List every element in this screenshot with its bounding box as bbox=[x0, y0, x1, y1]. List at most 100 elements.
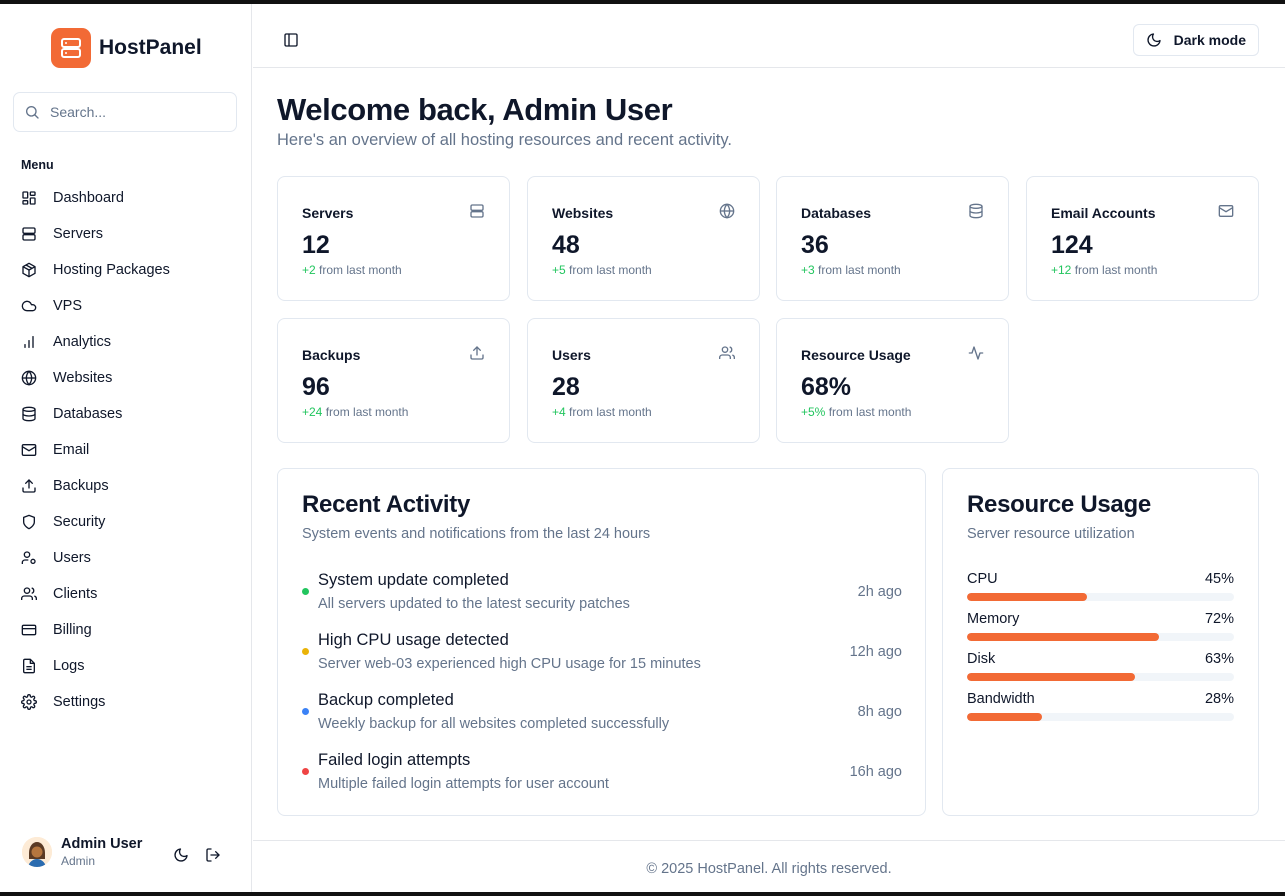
status-dot bbox=[302, 588, 309, 595]
progress-fill bbox=[967, 633, 1160, 641]
resource-label: Disk bbox=[967, 651, 996, 667]
resource-value: 28% bbox=[1204, 691, 1234, 707]
stat-change-suffix: from last month bbox=[1071, 263, 1158, 277]
search-input[interactable] bbox=[50, 104, 220, 120]
activity-item[interactable]: Backup completed Weekly backup for all w… bbox=[302, 691, 902, 737]
sidebar-item-users[interactable]: Users bbox=[13, 540, 239, 576]
users-icon bbox=[719, 345, 735, 361]
activity-item[interactable]: High CPU usage detected Server web-03 ex… bbox=[302, 631, 902, 677]
activity-title: System update completed bbox=[318, 571, 509, 589]
stat-card-websites[interactable]: Websites 48 +5 from last month bbox=[527, 176, 760, 301]
user-cog-icon bbox=[21, 550, 37, 566]
sidebar-item-label: Security bbox=[53, 514, 106, 530]
logout-button[interactable] bbox=[202, 844, 224, 866]
sidebar-item-label: Analytics bbox=[53, 334, 112, 350]
stat-value: 36 bbox=[801, 231, 829, 259]
sidebar-item-settings[interactable]: Settings bbox=[13, 684, 239, 720]
stat-value: 28 bbox=[552, 373, 580, 401]
stat-change: +2 from last month bbox=[302, 263, 402, 277]
sidebar-item-servers[interactable]: Servers bbox=[13, 216, 239, 252]
stat-card-users[interactable]: Users 28 +4 from last month bbox=[527, 318, 760, 443]
activity-title: High CPU usage detected bbox=[318, 631, 509, 649]
sidebar-item-logs[interactable]: Logs bbox=[13, 648, 239, 684]
sidebar-item-label: Websites bbox=[53, 370, 113, 386]
sidebar-item-label: Backups bbox=[53, 478, 109, 494]
stat-card-servers[interactable]: Servers 12 +2 from last month bbox=[277, 176, 510, 301]
activity-time: 12h ago bbox=[849, 644, 902, 660]
search-box[interactable] bbox=[13, 92, 237, 132]
stat-change-delta: +5% bbox=[801, 405, 826, 419]
globe-icon bbox=[719, 203, 735, 219]
sidebar-item-hosting-packages[interactable]: Hosting Packages bbox=[13, 252, 239, 288]
bar-chart-icon bbox=[21, 334, 37, 350]
stat-card-email-accounts[interactable]: Email Accounts 124 +12 from last month bbox=[1026, 176, 1259, 301]
sidebar-item-billing[interactable]: Billing bbox=[13, 612, 239, 648]
page-subtitle: Here's an overview of all hosting resour… bbox=[277, 131, 732, 149]
sidebar-item-security[interactable]: Security bbox=[13, 504, 239, 540]
sidebar-item-backups[interactable]: Backups bbox=[13, 468, 239, 504]
brand[interactable]: HostPanel bbox=[51, 28, 202, 68]
credit-card-icon bbox=[21, 622, 37, 638]
stat-title: Servers bbox=[302, 205, 354, 221]
sidebar-item-label: Databases bbox=[53, 406, 123, 422]
sidebar-item-databases[interactable]: Databases bbox=[13, 396, 239, 432]
stat-card-databases[interactable]: Databases 36 +3 from last month bbox=[776, 176, 1009, 301]
page-title: Welcome back, Admin User bbox=[277, 92, 673, 127]
dashboard-icon bbox=[21, 190, 37, 206]
activity-icon bbox=[968, 345, 984, 361]
sidebar-item-label: Settings bbox=[53, 694, 106, 710]
dark-mode-button[interactable]: Dark mode bbox=[1132, 24, 1259, 56]
user-profile: Admin User Admin bbox=[22, 830, 232, 874]
sidebar-item-vps[interactable]: VPS bbox=[13, 288, 239, 324]
stat-title: Websites bbox=[552, 205, 614, 221]
activity-time: 8h ago bbox=[857, 704, 902, 720]
moon-icon bbox=[1146, 32, 1162, 48]
stat-value: 124 bbox=[1051, 231, 1093, 259]
activity-title: Backup completed bbox=[318, 691, 454, 709]
app-window: HostPanel Menu Dashboard Servers Hosting… bbox=[0, 4, 1285, 892]
shield-icon bbox=[21, 514, 37, 530]
resource-usage-panel: Resource Usage Server resource utilizati… bbox=[942, 468, 1259, 816]
sidebar-item-label: Servers bbox=[53, 226, 103, 242]
status-dot bbox=[302, 648, 309, 655]
sidebar-item-dashboard[interactable]: Dashboard bbox=[13, 180, 239, 216]
server-icon bbox=[21, 226, 37, 242]
stat-change-delta: +24 bbox=[302, 405, 323, 419]
stat-change: +3 from last month bbox=[801, 263, 901, 277]
stat-card-resource-usage[interactable]: Resource Usage 68% +5% from last month bbox=[776, 318, 1009, 443]
gear-icon bbox=[21, 694, 37, 710]
sidebar-toggle-button[interactable] bbox=[281, 30, 301, 50]
progress-track bbox=[967, 713, 1234, 721]
resource-row-cpu: CPU 45% bbox=[967, 571, 1234, 611]
stat-card-backups[interactable]: Backups 96 +24 from last month bbox=[277, 318, 510, 443]
mail-icon bbox=[1218, 203, 1234, 219]
stat-change-suffix: from last month bbox=[322, 405, 409, 419]
profile-name: Admin User bbox=[61, 836, 143, 852]
stat-change: +24 from last month bbox=[302, 405, 408, 419]
sidebar-item-websites[interactable]: Websites bbox=[13, 360, 239, 396]
users-icon bbox=[21, 586, 37, 602]
activity-item[interactable]: System update completed All servers upda… bbox=[302, 571, 902, 617]
resource-value: 72% bbox=[1204, 611, 1234, 627]
activity-title: Failed login attempts bbox=[318, 751, 471, 769]
activity-item[interactable]: Failed login attempts Multiple failed lo… bbox=[302, 751, 902, 797]
sidebar-item-label: Email bbox=[53, 442, 90, 458]
status-dot bbox=[302, 768, 309, 775]
dark-mode-label: Dark mode bbox=[1173, 32, 1246, 48]
avatar[interactable] bbox=[22, 837, 52, 867]
progress-track bbox=[967, 673, 1234, 681]
stat-change-suffix: from last month bbox=[315, 263, 402, 277]
activity-time: 16h ago bbox=[849, 764, 902, 780]
stat-title: Backups bbox=[302, 347, 361, 363]
sidebar-item-analytics[interactable]: Analytics bbox=[13, 324, 239, 360]
panel-subtitle: System events and notifications from the… bbox=[302, 526, 651, 542]
sidebar-item-clients[interactable]: Clients bbox=[13, 576, 239, 612]
progress-fill bbox=[967, 673, 1136, 681]
sidebar-item-email[interactable]: Email bbox=[13, 432, 239, 468]
theme-toggle-button[interactable] bbox=[170, 844, 192, 866]
panel-title: Recent Activity bbox=[302, 491, 471, 518]
stat-title: Resource Usage bbox=[801, 347, 911, 363]
stat-change-suffix: from last month bbox=[565, 263, 652, 277]
sidebar-item-label: Hosting Packages bbox=[53, 262, 170, 278]
resource-label: Memory bbox=[967, 611, 1020, 627]
